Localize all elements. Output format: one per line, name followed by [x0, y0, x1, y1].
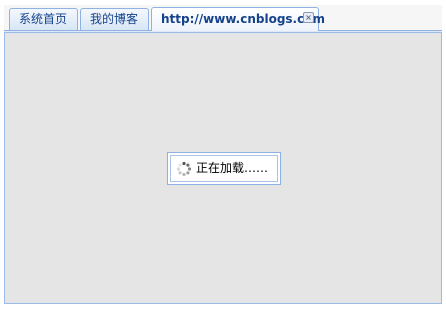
loading-text: 正在加载……: [196, 161, 269, 175]
tab-label: http://www.cnblogs.com: [161, 12, 325, 26]
loading-mask: 正在加载……: [167, 152, 281, 185]
spinner-icon: [176, 161, 192, 177]
tab-label: 系统首页: [19, 12, 68, 26]
tab-bar: 系统首页 我的博客 http://www.cnblogs.com ×: [4, 5, 442, 31]
tab-my-blog[interactable]: 我的博客: [80, 8, 149, 30]
tab-panel: 系统首页 我的博客 http://www.cnblogs.com × 正在加载……: [4, 5, 442, 304]
tab-system-home[interactable]: 系统首页: [9, 8, 78, 30]
close-icon[interactable]: ×: [303, 12, 314, 23]
tab-label: 我的博客: [90, 12, 139, 26]
loading-box: 正在加载……: [170, 155, 278, 182]
tab-content-area: 正在加载……: [4, 33, 442, 304]
tab-cnblogs[interactable]: http://www.cnblogs.com ×: [151, 7, 325, 31]
